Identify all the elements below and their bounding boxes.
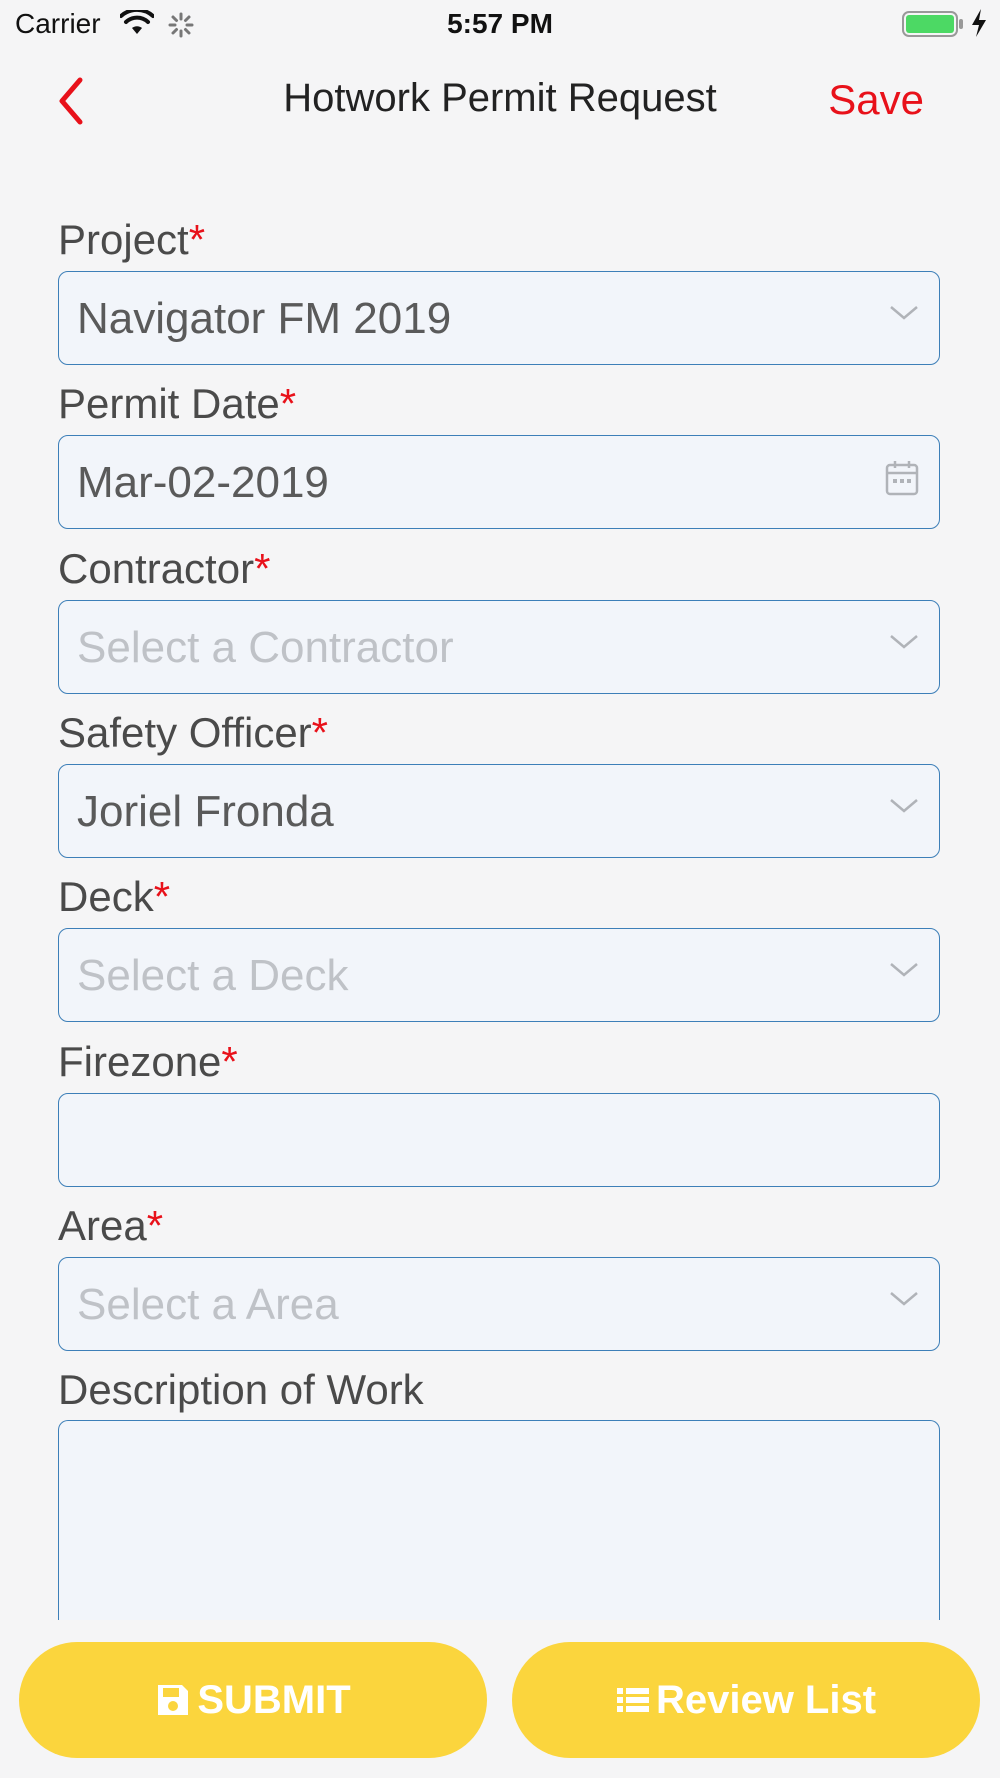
required-mark: *: [254, 545, 271, 592]
safety-officer-select[interactable]: Joriel Fronda: [58, 764, 940, 858]
status-time: 5:57 PM: [447, 8, 553, 39]
area-label: Area*: [58, 1202, 164, 1249]
required-mark: *: [279, 380, 297, 427]
status-bar: Carrier 5:57 PM: [0, 0, 1000, 50]
safety-officer-value: Joriel Fronda: [77, 787, 334, 836]
submit-label: SUBMIT: [197, 1677, 351, 1722]
review-list-button[interactable]: Review List: [512, 1642, 980, 1758]
area-placeholder: Select a Area: [77, 1280, 339, 1329]
save-button[interactable]: Save: [828, 76, 924, 124]
firezone-input[interactable]: [58, 1093, 940, 1187]
chevron-down-icon: [889, 304, 919, 327]
contractor-label: Contractor*: [58, 545, 271, 592]
permit-date-value: Mar-02-2019: [77, 458, 329, 507]
chevron-down-icon: [889, 633, 919, 656]
description-textarea[interactable]: [58, 1420, 940, 1640]
safety-officer-label: Safety Officer*: [58, 709, 329, 756]
contractor-placeholder: Select a Contractor: [77, 623, 454, 672]
chevron-down-icon: [889, 797, 919, 820]
required-mark: *: [146, 1202, 164, 1249]
project-label: Project*: [58, 216, 206, 263]
list-icon: [616, 1685, 650, 1715]
chevron-down-icon: [889, 961, 919, 984]
deck-select[interactable]: Select a Deck: [58, 928, 940, 1022]
calendar-icon: [885, 460, 919, 501]
battery-icon: [902, 10, 964, 43]
deck-placeholder: Select a Deck: [77, 951, 349, 1000]
required-mark: *: [221, 1038, 238, 1085]
permit-date-label: Permit Date*: [58, 380, 297, 427]
firezone-label: Firezone*: [58, 1038, 238, 1085]
description-label: Description of Work: [58, 1366, 424, 1413]
project-select[interactable]: Navigator FM 2019: [58, 271, 940, 365]
required-mark: *: [311, 709, 329, 756]
area-select[interactable]: Select a Area: [58, 1257, 940, 1351]
contractor-select[interactable]: Select a Contractor: [58, 600, 940, 694]
project-value: Navigator FM 2019: [77, 294, 452, 343]
submit-button[interactable]: SUBMIT: [19, 1642, 487, 1758]
review-list-label: Review List: [655, 1677, 877, 1722]
chevron-down-icon: [889, 1290, 919, 1313]
navigation-bar: Hotwork Permit Request Save: [0, 50, 1000, 150]
deck-label: Deck*: [58, 873, 171, 920]
charging-bolt-icon: [970, 8, 988, 43]
permit-date-field[interactable]: Mar-02-2019: [58, 435, 940, 529]
required-mark: *: [188, 216, 206, 263]
required-mark: *: [153, 873, 171, 920]
save-icon: [155, 1682, 191, 1718]
